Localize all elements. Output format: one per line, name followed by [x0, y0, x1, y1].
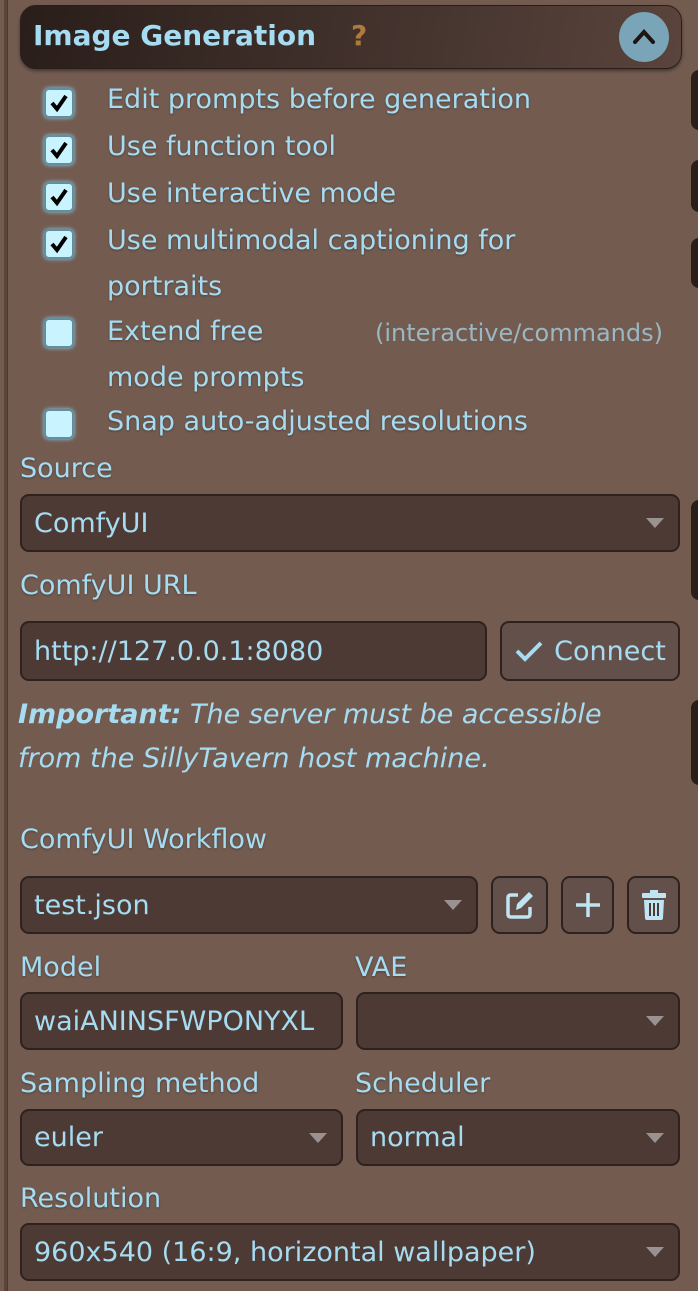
chevron-up-icon[interactable]: [619, 12, 669, 62]
sampler-select[interactable]: euler: [20, 1109, 343, 1166]
checkbox-snap-resolutions[interactable]: [44, 409, 74, 439]
scheduler-value: normal: [370, 1122, 465, 1153]
checkbox-edit-prompts[interactable]: [44, 88, 74, 118]
check-icon: [515, 641, 543, 662]
side-panel-edge: [691, 500, 698, 600]
panel-border: [4, 0, 8, 1291]
option-label: Use interactive mode: [107, 178, 397, 209]
important-note: Important: The server must be accessible: [18, 699, 602, 730]
source-label: Source: [20, 453, 113, 484]
checkbox-multimodal-captioning[interactable]: [44, 229, 74, 259]
sampler-value: euler: [34, 1122, 103, 1153]
scheduler-label: Scheduler: [355, 1068, 491, 1099]
option-label: Use function tool: [107, 131, 337, 162]
checkbox-interactive-mode[interactable]: [44, 182, 74, 212]
delete-workflow-button[interactable]: [627, 876, 680, 934]
dropdown-arrow-icon: [309, 1132, 327, 1143]
option-label: Extend free: [107, 316, 264, 347]
panel-header[interactable]: Image Generation ?: [20, 5, 682, 69]
source-select[interactable]: ComfyUI: [20, 494, 680, 552]
edit-workflow-button[interactable]: [491, 876, 548, 934]
model-value: waiANINSFWPONYXL: [34, 1005, 315, 1037]
dropdown-arrow-icon: [646, 1247, 664, 1257]
resolution-label: Resolution: [20, 1183, 162, 1214]
side-panel-edge: [691, 700, 698, 785]
workflow-select[interactable]: test.json: [20, 876, 478, 934]
vae-select[interactable]: [356, 992, 680, 1050]
resolution-select[interactable]: 960x540 (16:9, horizontal wallpaper): [20, 1223, 680, 1281]
help-icon[interactable]: ?: [351, 19, 367, 52]
option-label-cont: mode prompts: [107, 362, 305, 393]
side-panel-edge: [691, 70, 698, 130]
dropdown-arrow-icon: [646, 1016, 664, 1026]
workflow-value: test.json: [34, 889, 150, 921]
option-label: Use multimodal captioning for: [107, 225, 516, 256]
checkbox-extend-free-mode[interactable]: [44, 318, 74, 348]
checkbox-function-tool[interactable]: [44, 135, 74, 165]
connect-label: Connect: [554, 635, 666, 667]
connect-button[interactable]: Connect: [500, 621, 680, 681]
option-label: Snap auto-adjusted resolutions: [107, 406, 528, 437]
dropdown-arrow-icon: [646, 1132, 664, 1143]
model-input[interactable]: waiANINSFWPONYXL: [20, 992, 343, 1050]
url-input[interactable]: http://127.0.0.1:8080: [20, 621, 487, 681]
trash-icon: [641, 890, 666, 920]
vae-label: VAE: [355, 952, 408, 983]
model-label: Model: [20, 952, 102, 983]
add-workflow-button[interactable]: [561, 876, 614, 934]
source-value: ComfyUI: [34, 507, 149, 539]
url-label: ComfyUI URL: [20, 570, 197, 601]
url-value: http://127.0.0.1:8080: [34, 635, 324, 667]
important-text: The server must be accessible: [181, 699, 602, 730]
option-label: Edit prompts before generation: [107, 84, 532, 115]
dropdown-arrow-icon: [646, 518, 664, 528]
sampler-label: Sampling method: [20, 1068, 260, 1099]
edit-icon: [505, 892, 533, 919]
option-hint: (interactive/commands): [375, 319, 663, 347]
resolution-value: 960x540 (16:9, horizontal wallpaper): [34, 1236, 536, 1268]
side-panel-edge: [691, 160, 698, 212]
important-bold: Important:: [18, 699, 182, 730]
side-panel-edge: [691, 238, 698, 288]
panel-title: Image Generation: [33, 19, 317, 52]
important-note-line2: from the SillyTavern host machine.: [18, 743, 490, 774]
plus-icon: [575, 893, 600, 917]
dropdown-arrow-icon: [444, 900, 462, 910]
option-label-cont: portraits: [107, 271, 223, 302]
scheduler-select[interactable]: normal: [356, 1109, 680, 1166]
workflow-label: ComfyUI Workflow: [20, 824, 267, 855]
